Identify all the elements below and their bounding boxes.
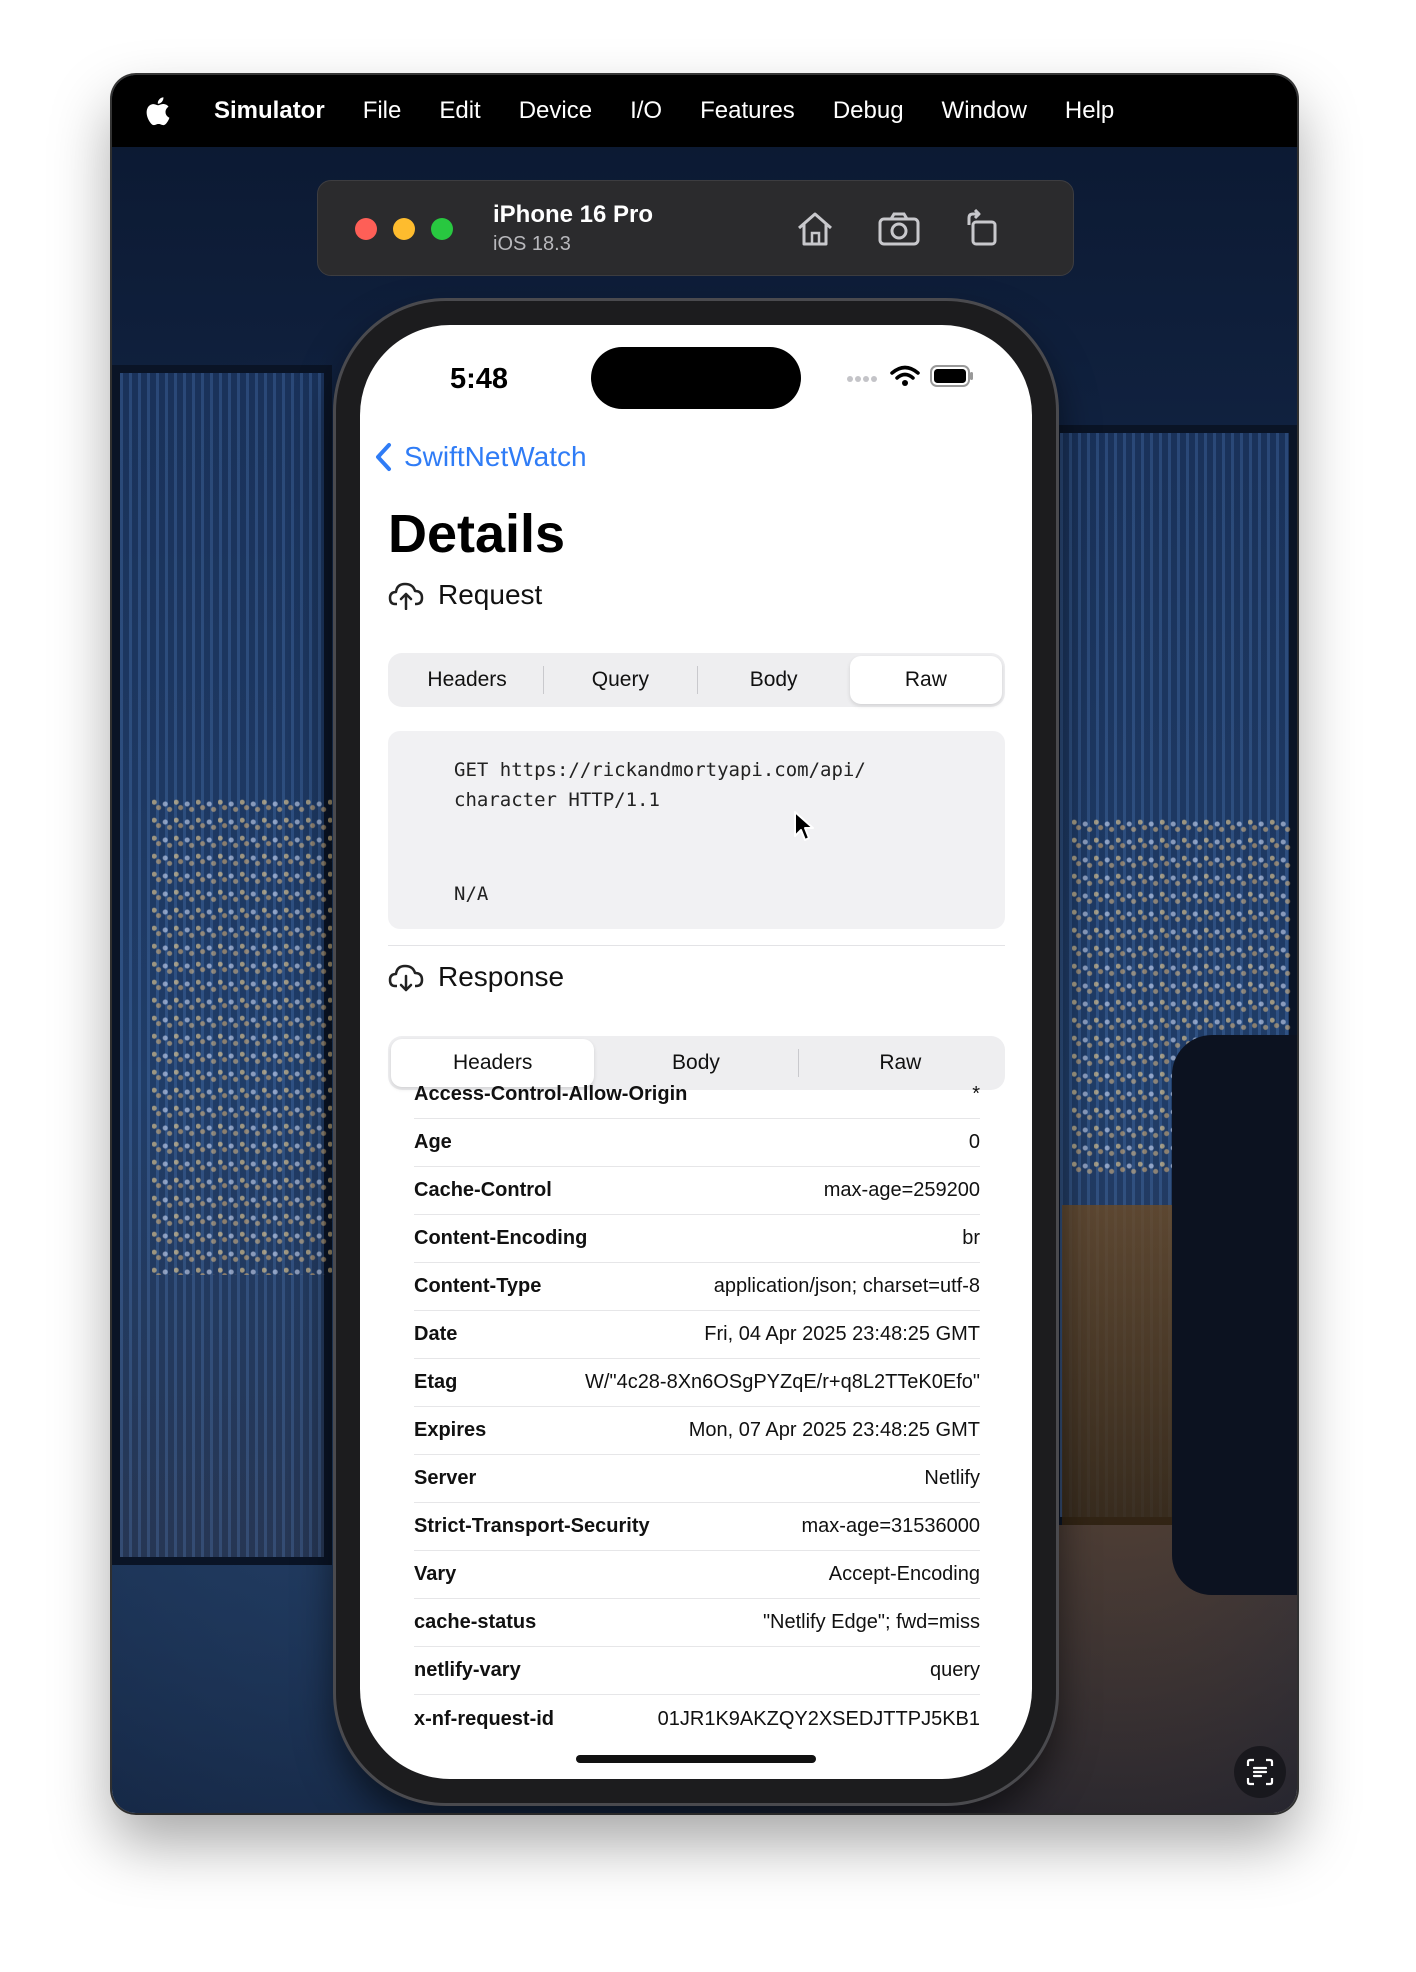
table-row: Content-Type application/json; charset=ut… xyxy=(414,1263,980,1311)
header-key: x-nf-request-id xyxy=(414,1707,554,1730)
header-key: netlify-vary xyxy=(414,1659,521,1681)
header-key: Access-Control-Allow-Origin xyxy=(414,1083,688,1105)
wallpaper-chair xyxy=(1172,1035,1297,1595)
menu-window[interactable]: Window xyxy=(942,97,1027,125)
section-divider xyxy=(388,945,1005,946)
header-value: query xyxy=(929,1659,980,1681)
request-tab-raw[interactable]: Raw xyxy=(849,656,1002,704)
header-value: max-age=31536000 xyxy=(801,1515,980,1537)
header-key: cache-status xyxy=(414,1611,537,1633)
status-time: 5:48 xyxy=(450,363,509,395)
table-row: Strict-Transport-Security max-age=3153600… xyxy=(414,1503,980,1551)
table-row: Vary Accept-Encoding xyxy=(414,1551,980,1599)
menu-file[interactable]: File xyxy=(363,97,402,125)
menu-bar: Simulator File Edit Device I/O Features … xyxy=(112,75,1297,147)
header-value: Accept-Encoding xyxy=(828,1563,980,1585)
back-label: SwiftNetWatch xyxy=(404,441,587,472)
raw-line: GET https://rickandmortyapi.com/api/ xyxy=(454,759,866,781)
menu-edit[interactable]: Edit xyxy=(439,97,480,125)
header-key: Expires xyxy=(414,1419,487,1441)
menu-debug[interactable]: Debug xyxy=(833,97,904,125)
device-os: iOS 18.3 xyxy=(493,233,571,255)
battery-icon xyxy=(930,365,974,392)
request-heading-label: Request xyxy=(438,579,543,610)
request-raw-box: GET https://rickandmortyapi.com/api/ cha… xyxy=(388,731,1005,929)
menu-app-simulator[interactable]: Simulator xyxy=(214,97,325,125)
status-icons xyxy=(846,365,974,392)
cloud-download-icon xyxy=(388,964,424,992)
apple-menu-icon[interactable] xyxy=(144,94,174,128)
header-key: Vary xyxy=(414,1563,457,1585)
table-row: cache-status "Netlify Edge"; fwd=miss xyxy=(414,1599,980,1647)
request-tab-query[interactable]: Query xyxy=(544,656,696,704)
raw-line: character HTTP/1.1 xyxy=(454,789,660,811)
chevron-left-icon xyxy=(376,443,391,471)
home-indicator[interactable] xyxy=(576,1755,816,1763)
screenshot-icon[interactable] xyxy=(877,207,921,251)
table-row: Expires Mon, 07 Apr 2025 23:48:25 GMT xyxy=(414,1407,980,1455)
table-row: Cache-Control max-age=259200 xyxy=(414,1167,980,1215)
wallpaper-city-left xyxy=(152,795,332,1275)
iphone-device: 5:48 SwiftNetWatch Details Request Heade… xyxy=(336,301,1056,1803)
response-headers-table: Access-Control-Allow-Origin * Age 0 Cache-… xyxy=(414,1071,980,1743)
header-value: "Netlify Edge"; fwd=miss xyxy=(762,1611,980,1633)
header-value: Mon, 07 Apr 2025 23:48:25 GMT xyxy=(688,1419,980,1441)
table-row: Access-Control-Allow-Origin * xyxy=(414,1071,980,1119)
header-key: Date xyxy=(414,1323,458,1345)
page-title: Details xyxy=(388,504,566,564)
header-key: Etag xyxy=(414,1371,458,1393)
mouse-cursor-icon xyxy=(793,810,815,847)
signal-icon xyxy=(846,370,880,388)
menu-device[interactable]: Device xyxy=(519,97,592,125)
menu-features[interactable]: Features xyxy=(700,97,795,125)
table-row: Content-Encoding br xyxy=(414,1215,980,1263)
rotate-icon[interactable] xyxy=(961,207,1005,251)
menu-help[interactable]: Help xyxy=(1065,97,1114,125)
header-value: application/json; charset=utf-8 xyxy=(713,1275,980,1297)
menu-io[interactable]: I/O xyxy=(630,97,662,125)
header-value: br xyxy=(962,1227,980,1249)
iphone-screen: 5:48 SwiftNetWatch Details Request Heade… xyxy=(360,325,1032,1779)
request-tabs: Headers Query Body Raw xyxy=(388,653,1005,707)
table-row: Etag W/"4c28-8Xn6OSgPYZqE/r+q8L2TTeK0Efo" xyxy=(414,1359,980,1407)
close-window-button[interactable] xyxy=(355,218,377,240)
header-value: Fri, 04 Apr 2025 23:48:25 GMT xyxy=(704,1323,980,1345)
raw-body: N/A xyxy=(454,883,489,905)
request-heading: Request xyxy=(388,579,542,611)
request-tab-headers[interactable]: Headers xyxy=(391,656,543,704)
home-icon[interactable] xyxy=(793,207,837,251)
wifi-icon xyxy=(890,365,920,392)
zoom-window-button[interactable] xyxy=(431,218,453,240)
header-value: * xyxy=(972,1083,980,1105)
header-key: Age xyxy=(414,1131,452,1153)
table-row: netlify-vary query xyxy=(414,1647,980,1695)
request-tab-body[interactable]: Body xyxy=(698,656,850,704)
header-value: W/"4c28-8Xn6OSgPYZqE/r+q8L2TTeK0Efo" xyxy=(585,1371,980,1393)
header-value: 0 xyxy=(968,1131,980,1153)
device-name: iPhone 16 Pro xyxy=(493,201,654,228)
simulator-toolbar: iPhone 16 Pro iOS 18.3 xyxy=(317,180,1074,276)
header-key: Content-Encoding xyxy=(414,1227,588,1249)
cloud-upload-icon xyxy=(388,582,424,610)
dynamic-island xyxy=(591,347,801,409)
device-info: iPhone 16 Pro iOS 18.3 xyxy=(493,201,653,256)
header-key: Content-Type xyxy=(414,1275,542,1297)
back-button[interactable]: SwiftNetWatch xyxy=(374,441,587,473)
header-value: Netlify xyxy=(924,1467,980,1489)
table-row: x-nf-request-id 01JR1K9AKZQY2XSEDJTTPJ5KB… xyxy=(414,1695,980,1743)
header-key: Cache-Control xyxy=(414,1179,552,1201)
header-key: Strict-Transport-Security xyxy=(414,1515,650,1537)
table-row: Date Fri, 04 Apr 2025 23:48:25 GMT xyxy=(414,1311,980,1359)
mac-desktop: Simulator File Edit Device I/O Features … xyxy=(112,75,1297,1813)
header-value: 01JR1K9AKZQY2XSEDJTTPJ5KB1 xyxy=(657,1707,980,1730)
table-row: Age 0 xyxy=(414,1119,980,1167)
table-row: Server Netlify xyxy=(414,1455,980,1503)
minimize-window-button[interactable] xyxy=(393,218,415,240)
response-heading: Response xyxy=(388,961,564,993)
header-value: max-age=259200 xyxy=(823,1179,980,1201)
response-heading-label: Response xyxy=(438,961,565,992)
header-key: Server xyxy=(414,1467,477,1489)
live-text-icon[interactable] xyxy=(1234,1746,1286,1798)
